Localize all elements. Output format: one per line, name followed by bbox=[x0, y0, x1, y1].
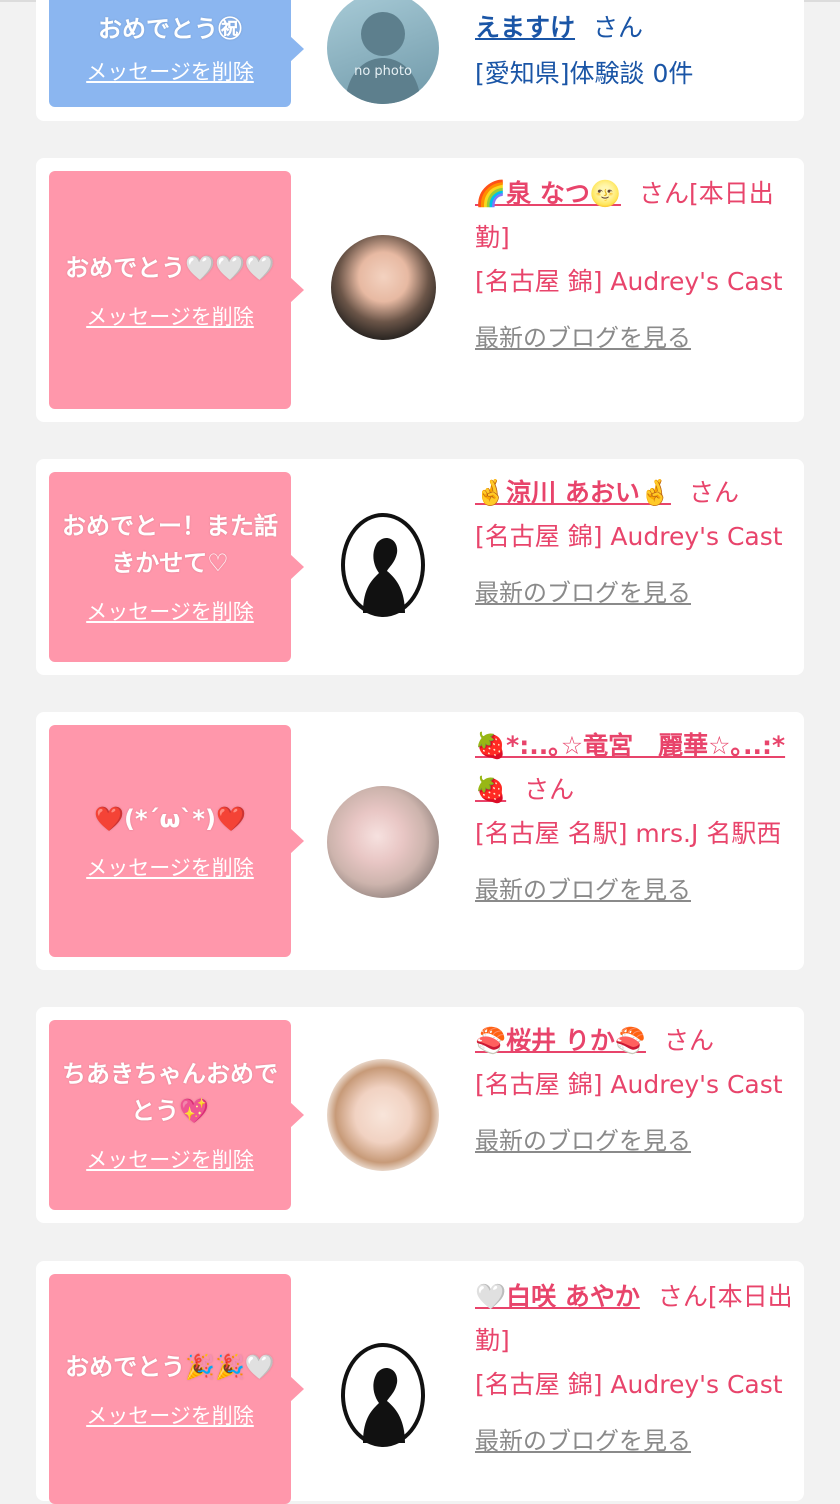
user-name-link[interactable]: えますけ bbox=[475, 13, 575, 42]
avatar-no-photo[interactable]: no photo bbox=[327, 0, 439, 104]
message-card: おめでとう㊗ メッセージを削除 no photo えますけ さん [愛知県]体験談… bbox=[36, 0, 804, 121]
message-bubble: おめでとう🎉🎉🤍 メッセージを削除 bbox=[49, 1274, 304, 1504]
avatar-shop-logo[interactable] bbox=[327, 1339, 439, 1451]
message-bubble: おめでとー！また話きかせて♡ メッセージを削除 bbox=[49, 472, 304, 662]
user-info: 🌈泉 なつ🌝 さん[本日出勤] [名古屋 錦] Audrey's Cast 最新の… bbox=[475, 172, 793, 360]
latest-blog-link[interactable]: 最新のブログを見る bbox=[475, 1119, 793, 1163]
avatar-shop-logo[interactable] bbox=[327, 509, 439, 621]
message-text: ちあきちゃんおめでとう💖 bbox=[62, 1060, 278, 1125]
user-detail: [名古屋 名駅] mrs.J 名駅西 bbox=[475, 819, 782, 848]
latest-blog-link[interactable]: 最新のブログを見る bbox=[475, 868, 793, 912]
user-info: 🍓*:..｡☆竜宮 麗華☆｡..:*🍓 さん [名古屋 名駅] mrs.J 名駅西… bbox=[475, 724, 793, 912]
latest-blog-link[interactable]: 最新のブログを見る bbox=[475, 316, 793, 360]
message-bubble: おめでとう㊗ メッセージを削除 bbox=[49, 0, 304, 107]
message-card: ❤️(*´ω`*)❤️ メッセージを削除 🍓*:..｡☆竜宮 麗華☆｡..:*🍓… bbox=[36, 712, 804, 970]
delete-message-link[interactable]: メッセージを削除 bbox=[86, 596, 254, 626]
message-bubble: ❤️(*´ω`*)❤️ メッセージを削除 bbox=[49, 725, 304, 957]
user-info: 🤍白咲 あやか さん[本日出勤] [名古屋 錦] Audrey's Cast 最新… bbox=[475, 1275, 793, 1463]
message-card: おめでとう🤍🤍🤍 メッセージを削除 🌈泉 なつ🌝 さん[本日出勤] [名古屋 錦]… bbox=[36, 158, 804, 422]
message-text: おめでとう🤍🤍🤍 bbox=[65, 253, 275, 282]
avatar-photo[interactable] bbox=[331, 235, 436, 340]
delete-message-link[interactable]: メッセージを削除 bbox=[86, 56, 254, 86]
delete-message-link[interactable]: メッセージを削除 bbox=[86, 852, 254, 882]
user-detail: [名古屋 錦] Audrey's Cast bbox=[475, 522, 783, 551]
user-info: えますけ さん [愛知県]体験談 0件 bbox=[475, 6, 793, 96]
avatar-photo[interactable] bbox=[327, 786, 439, 898]
message-text: ❤️(*´ω`*)❤️ bbox=[94, 804, 246, 833]
delete-message-link[interactable]: メッセージを削除 bbox=[86, 1400, 254, 1430]
honorific: さん bbox=[524, 775, 575, 804]
no-photo-label: no photo bbox=[354, 64, 412, 79]
message-bubble: ちあきちゃんおめでとう💖 メッセージを削除 bbox=[49, 1020, 304, 1210]
honorific: さん bbox=[688, 478, 739, 507]
message-text: おめでとう🎉🎉🤍 bbox=[65, 1352, 275, 1381]
delete-message-link[interactable]: メッセージを削除 bbox=[86, 301, 254, 331]
user-info: 🤞涼川 あおい🤞 さん [名古屋 錦] Audrey's Cast 最新のブログを… bbox=[475, 471, 793, 615]
latest-blog-link[interactable]: 最新のブログを見る bbox=[475, 1419, 793, 1463]
avatar-photo[interactable] bbox=[327, 1059, 439, 1171]
user-detail: [名古屋 錦] Audrey's Cast bbox=[475, 1070, 783, 1099]
shop-logo-icon bbox=[341, 1343, 425, 1447]
user-name-link[interactable]: 🤞涼川 あおい🤞 bbox=[475, 478, 671, 507]
message-text: おめでとう㊗ bbox=[98, 15, 242, 43]
delete-message-link[interactable]: メッセージを削除 bbox=[86, 1144, 254, 1174]
user-name-link[interactable]: 🍣桜井 りか🍣 bbox=[475, 1026, 646, 1055]
latest-blog-link[interactable]: 最新のブログを見る bbox=[475, 571, 793, 615]
user-detail: [名古屋 錦] Audrey's Cast bbox=[475, 1370, 783, 1399]
user-info: 🍣桜井 りか🍣 さん [名古屋 錦] Audrey's Cast 最新のブログを見… bbox=[475, 1019, 793, 1163]
user-detail: [名古屋 錦] Audrey's Cast bbox=[475, 267, 783, 296]
user-name-link[interactable]: 🍓*:..｡☆竜宮 麗華☆｡..:*🍓 bbox=[475, 731, 785, 804]
message-text: おめでとー！また話きかせて♡ bbox=[62, 512, 278, 577]
shop-logo-icon bbox=[341, 513, 425, 617]
message-card: おめでとう🎉🎉🤍 メッセージを削除 🤍白咲 あやか さん[本日出勤] [名古屋 錦… bbox=[36, 1261, 804, 1504]
message-card: おめでとー！また話きかせて♡ メッセージを削除 🤞涼川 あおい🤞 さん [名古屋 … bbox=[36, 459, 804, 675]
honorific: さん bbox=[593, 13, 644, 42]
honorific: さん bbox=[663, 1026, 714, 1055]
message-bubble: おめでとう🤍🤍🤍 メッセージを削除 bbox=[49, 171, 304, 409]
user-name-link[interactable]: 🌈泉 なつ🌝 bbox=[475, 179, 621, 208]
message-card: ちあきちゃんおめでとう💖 メッセージを削除 🍣桜井 りか🍣 さん [名古屋 錦] … bbox=[36, 1007, 804, 1223]
user-detail: [愛知県]体験談 0件 bbox=[475, 59, 694, 88]
user-name-link[interactable]: 🤍白咲 あやか bbox=[475, 1282, 640, 1311]
person-silhouette-icon: no photo bbox=[345, 12, 421, 104]
